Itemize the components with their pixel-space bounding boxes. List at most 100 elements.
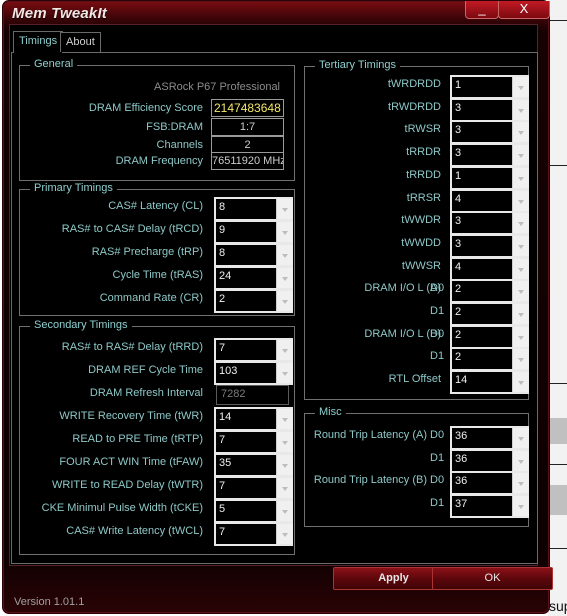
write-recovery-time-twr-dropdown[interactable]: 14 (214, 407, 293, 431)
window-title: Mem TweakIt (12, 5, 108, 22)
twwdr-dropdown[interactable]: 3 (450, 211, 529, 236)
ras-to-cas-delay-trcd-dropdown[interactable]: 9 (214, 220, 293, 244)
chevron-down-icon[interactable] (276, 409, 293, 429)
command-rate-cr-dropdown[interactable]: 2 (214, 289, 293, 313)
cke-minimul-pulse-width-tcke-label: CKE Minimul Pulse Width (tCKE) (41, 502, 203, 514)
round-trip-latency-b-d1-value: 37 (455, 497, 468, 510)
chevron-down-icon[interactable] (276, 501, 293, 521)
dram-i-o-l-a-d1-label: D1 (430, 305, 445, 317)
chevron-down-icon[interactable] (512, 349, 529, 370)
tab-about[interactable]: About (60, 32, 101, 52)
dram-i-o-l-a-d0-dropdown[interactable]: 2 (450, 279, 529, 304)
twwdd-dropdown[interactable]: 3 (450, 233, 529, 258)
trrdr-label: tRRDR (406, 146, 441, 159)
close-button[interactable]: X (498, 1, 550, 19)
chevron-down-icon[interactable] (276, 478, 293, 498)
chevron-down-icon[interactable] (512, 145, 529, 166)
dram-refresh-interval-label: DRAM Refresh Interval (89, 387, 203, 399)
background-divider (548, 165, 567, 166)
trwsr-dropdown[interactable]: 3 (450, 120, 529, 145)
write-recovery-time-twr-label: WRITE Recovery Time (tWR) (59, 410, 203, 422)
dram-refresh-interval-value: 7282 (221, 388, 246, 400)
chevron-down-icon[interactable] (276, 199, 293, 219)
chevron-down-icon[interactable] (276, 291, 293, 311)
read-to-pre-time-trtp-value: 7 (219, 434, 226, 446)
chevron-down-icon[interactable] (276, 222, 293, 242)
round-trip-latency-b-d0-dropdown[interactable]: 36 (450, 471, 529, 495)
dram-frequency-label: DRAM Frequency (115, 155, 203, 167)
rtl-offset-dropdown[interactable]: 14 (450, 370, 529, 395)
twwdd-value: 3 (455, 237, 462, 250)
round-trip-latency-a-d0-dropdown[interactable]: 36 (450, 426, 529, 450)
round-trip-latency-a-d0-label: D0 (430, 429, 445, 441)
round-trip-latency-b-d0-label: D0 (430, 474, 445, 486)
dram-i-o-l-b-d1-label: D1 (430, 350, 445, 363)
chevron-down-icon[interactable] (512, 258, 529, 279)
minimize-button[interactable]: _ (465, 1, 499, 19)
rtl-offset-label: RTL Offset (388, 373, 441, 386)
background-window (548, 0, 567, 616)
chevron-down-icon[interactable] (276, 432, 293, 452)
chevron-down-icon[interactable] (512, 326, 529, 347)
cas-write-latency-twcl-dropdown[interactable]: 7 (214, 522, 293, 546)
chevron-down-icon[interactable] (276, 245, 293, 265)
write-recovery-time-twr-value: 14 (219, 411, 232, 423)
trrsr-dropdown[interactable]: 4 (450, 188, 529, 213)
ok-button[interactable]: OK (432, 567, 553, 590)
cas-write-latency-twcl-label: CAS# Write Latency (tWCL) (66, 525, 203, 537)
twrdrdd-dropdown[interactable]: 1 (450, 75, 529, 99)
fsb-dram-value: 1:7 (211, 118, 284, 136)
round-trip-latency-b-d1-dropdown[interactable]: 37 (450, 493, 529, 518)
ras-precharge-trp-dropdown[interactable]: 8 (214, 243, 293, 267)
background-divider (548, 548, 567, 549)
chevron-down-icon[interactable] (512, 281, 529, 302)
trrdr-dropdown[interactable]: 3 (450, 143, 529, 168)
chevron-down-icon[interactable] (512, 450, 529, 471)
dram-ref-cycle-time-dropdown[interactable]: 103 (214, 361, 293, 385)
tab-timings[interactable]: Timings (13, 31, 64, 53)
dram-i-o-l-a-d1-dropdown[interactable]: 2 (450, 302, 529, 326)
twwsr-dropdown[interactable]: 4 (450, 256, 529, 281)
chevron-down-icon[interactable] (276, 340, 293, 360)
chevron-down-icon[interactable] (512, 190, 529, 211)
chevron-down-icon[interactable] (276, 268, 293, 288)
chevron-down-icon[interactable] (512, 473, 529, 493)
trwdrdd-dropdown[interactable]: 3 (450, 97, 529, 122)
chevron-down-icon[interactable] (276, 524, 293, 544)
chevron-down-icon[interactable] (276, 455, 293, 475)
twwdd-label: tWWDD (401, 236, 441, 249)
write-to-read-delay-twtr-dropdown[interactable]: 7 (214, 476, 293, 500)
chevron-down-icon[interactable] (512, 167, 529, 188)
four-act-win-time-tfaw-dropdown[interactable]: 35 (214, 453, 293, 477)
ras-precharge-trp-value: 8 (219, 247, 226, 259)
chevron-down-icon[interactable] (512, 304, 529, 324)
cycle-time-tras-dropdown[interactable]: 24 (214, 266, 293, 290)
ras-to-cas-delay-trcd-label: RAS# to CAS# Delay (tRCD) (61, 223, 203, 235)
chevron-down-icon[interactable] (512, 372, 529, 393)
board-name: ASRock P67 Professional (154, 81, 280, 93)
dram-i-o-l-b-d0-label: D0 (430, 327, 445, 340)
chevron-down-icon[interactable] (512, 428, 529, 448)
dram-i-o-l-b-d1-value: 2 (455, 351, 462, 364)
chevron-down-icon[interactable] (512, 235, 529, 256)
chevron-down-icon[interactable] (512, 77, 529, 97)
misc-title: Misc (315, 406, 346, 418)
dram-i-o-l-b-d0-dropdown[interactable]: 2 (450, 324, 529, 349)
chevron-down-icon[interactable] (512, 122, 529, 143)
cas-latency-cl-value: 8 (219, 201, 226, 213)
chevron-down-icon[interactable] (512, 495, 529, 516)
cke-minimul-pulse-width-tcke-dropdown[interactable]: 5 (214, 499, 293, 523)
dram-i-o-l-b-d0-value: 2 (455, 328, 462, 341)
ras-to-ras-delay-trrd-value: 7 (219, 342, 226, 354)
ras-to-ras-delay-trrd-dropdown[interactable]: 7 (214, 338, 293, 362)
chevron-down-icon[interactable] (512, 213, 529, 234)
dram-i-o-l-b-d1-dropdown[interactable]: 2 (450, 347, 529, 372)
secondary-timings-title: Secondary Timings (30, 319, 132, 331)
round-trip-latency-a-d1-dropdown[interactable]: 36 (450, 448, 529, 473)
cas-latency-cl-dropdown[interactable]: 8 (214, 197, 293, 221)
read-to-pre-time-trtp-dropdown[interactable]: 7 (214, 430, 293, 454)
chevron-down-icon[interactable] (512, 99, 529, 120)
chevron-down-icon[interactable] (276, 363, 293, 383)
trrdd-value: 1 (455, 169, 462, 182)
trrdd-dropdown[interactable]: 1 (450, 165, 529, 190)
